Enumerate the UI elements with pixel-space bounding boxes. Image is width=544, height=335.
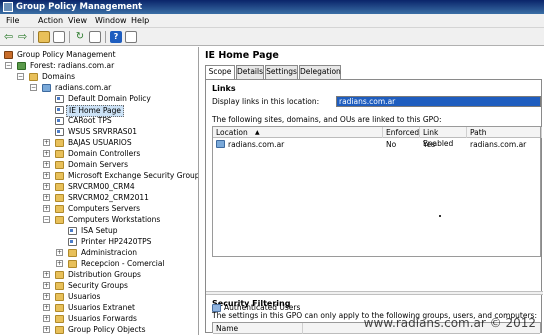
expand-icon[interactable]: + [43,326,50,333]
export-icon[interactable] [89,31,101,43]
linked-note: The following sites, domains, and OUs ar… [212,115,442,124]
domain-icon [42,84,51,92]
col-name[interactable]: Name [213,323,303,334]
folder-up-icon[interactable] [38,31,50,43]
links-table-header: Location ▲ Enforced Link Enabled Path [213,127,542,148]
location-dropdown[interactable]: radians.com.ar [336,96,541,107]
forest-icon [17,62,26,70]
ou-folder-icon [55,150,64,158]
display-links-label: Display links in this location: [212,97,320,106]
ou-folder-icon [55,216,64,224]
ou-folder-icon [55,139,64,147]
list-item[interactable]: Authenticated Users [212,303,412,313]
expand-icon[interactable]: + [43,315,50,322]
gpo-link-icon [55,117,64,125]
col-enforced[interactable]: Enforced [383,127,420,138]
tab-scope[interactable]: Scope [205,65,235,80]
gpo-link-icon [55,128,64,136]
properties-icon[interactable] [125,31,137,43]
ou-folder-icon [55,205,64,213]
ou-folder-icon [55,172,64,180]
forward-icon[interactable]: ⇨ [18,31,30,43]
expand-icon[interactable]: + [43,139,50,146]
ou-folder-icon [68,249,77,257]
window-title: Group Policy Management [16,2,143,12]
pane-splitter[interactable] [206,291,543,295]
expand-icon[interactable]: + [43,205,50,212]
ou-folder-icon [55,271,64,279]
toolbar-separator [105,31,106,43]
app-icon [3,2,13,12]
gpo-link-icon [68,227,77,235]
details-pane: IE Home Page Scope Details Settings Dele… [200,47,544,335]
gpm-icon [4,51,13,59]
title-bar: Group Policy Management [0,0,544,14]
tab-delegation[interactable]: Delegation [299,65,341,79]
col-path[interactable]: Path [467,127,542,138]
expand-icon[interactable]: + [43,282,50,289]
help-icon[interactable]: ? [110,31,122,43]
expand-icon[interactable]: + [56,249,63,256]
collapse-icon[interactable]: − [17,73,24,80]
expand-icon[interactable]: + [43,293,50,300]
links-heading: Links [212,84,236,93]
toolbar-separator [69,31,70,43]
tab-details[interactable]: Details [236,65,264,79]
toolbar: ⇦ ⇨ ↻ ? [0,28,544,46]
collapse-icon[interactable]: − [5,62,12,69]
menu-action[interactable]: Action [38,16,63,25]
toolbar-separator [33,31,34,43]
expand-icon[interactable]: + [43,161,50,168]
links-table: Location ▲ Enforced Link Enabled Path ra… [212,126,542,257]
menu-bar: File Action View Window Help [0,14,544,28]
folder-icon [29,73,38,81]
refresh-icon[interactable]: ↻ [74,31,86,43]
tab-settings[interactable]: Settings [265,65,298,79]
expand-icon[interactable]: + [43,194,50,201]
domain-icon [216,140,225,148]
ou-folder-icon [55,183,64,191]
menu-view[interactable]: View [68,16,87,25]
expand-icon[interactable]: + [43,172,50,179]
expand-icon[interactable]: + [43,183,50,190]
expand-icon[interactable]: + [43,304,50,311]
collapse-icon[interactable]: − [43,216,50,223]
gpo-link-icon [55,106,64,114]
menu-window[interactable]: Window [95,16,127,25]
expand-icon[interactable]: + [43,271,50,278]
collapse-icon[interactable]: − [30,84,37,91]
ou-folder-icon [55,282,64,290]
gpo-link-icon [68,238,77,246]
ou-folder-icon [55,293,64,301]
ou-folder-icon [68,260,77,268]
page-title: IE Home Page [205,50,279,61]
scope-tab-body: Links Display links in this location: ra… [205,79,543,334]
table-row[interactable]: radians.com.ar No Yes radians.com.ar [213,139,540,150]
users-icon [212,304,221,312]
col-location[interactable]: Location ▲ [213,127,383,138]
ou-folder-icon [55,315,64,323]
scroll-marker [439,215,441,217]
console-tree: Group Policy Management − Forest: radian… [0,47,199,335]
gpo-folder-icon [55,326,64,334]
ou-folder-icon [55,194,64,202]
expand-icon[interactable]: + [56,260,63,267]
sort-up-icon: ▲ [255,129,260,136]
gpo-link-icon [55,95,64,103]
ou-folder-icon [55,161,64,169]
col-link-enabled[interactable]: Link Enabled [420,127,467,148]
expand-icon[interactable]: + [43,150,50,157]
menu-help[interactable]: Help [131,16,149,25]
watermark: www.radians.com.ar © 2012 [363,316,536,330]
ou-folder-icon [55,304,64,312]
menu-file[interactable]: File [6,16,19,25]
back-icon[interactable]: ⇦ [4,31,16,43]
show-tree-icon[interactable] [53,31,65,43]
